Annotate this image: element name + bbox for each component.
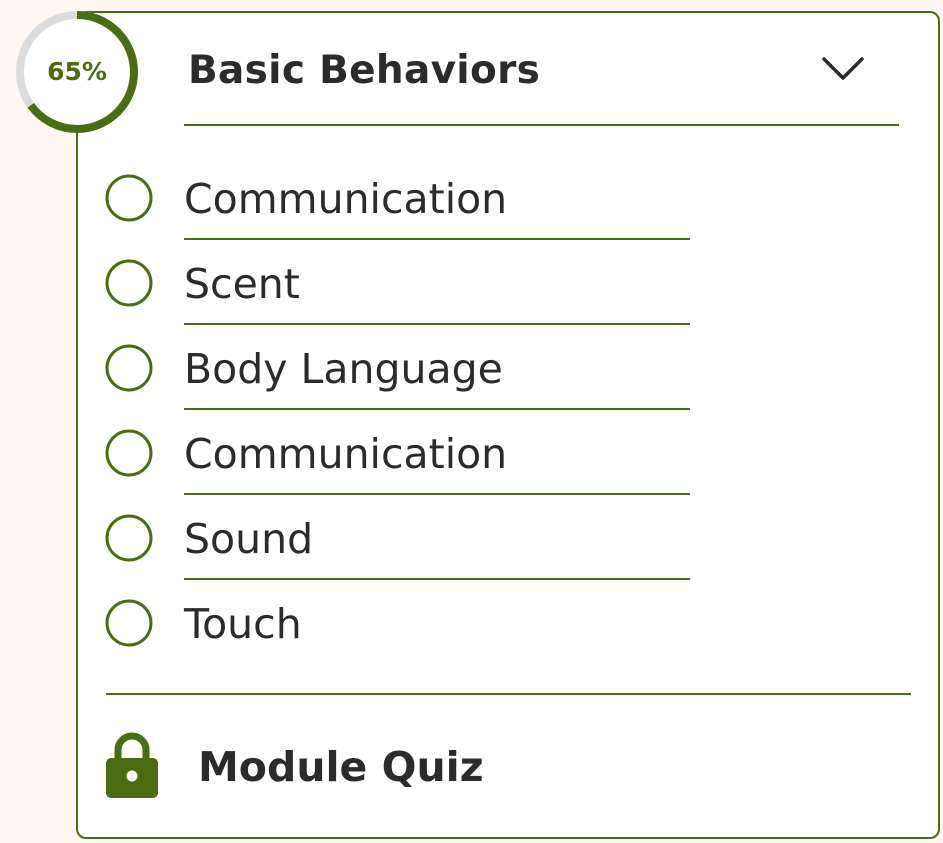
empty-circle-icon[interactable] bbox=[104, 258, 154, 308]
lesson-divider bbox=[184, 323, 690, 325]
lesson-divider bbox=[184, 493, 690, 495]
empty-circle-icon[interactable] bbox=[104, 513, 154, 563]
lesson-item[interactable]: Body Language bbox=[104, 343, 694, 413]
lesson-item[interactable]: Sound bbox=[104, 513, 694, 583]
collapse-toggle-button[interactable] bbox=[818, 50, 868, 90]
empty-circle-icon[interactable] bbox=[104, 428, 154, 478]
lesson-item[interactable]: Communication bbox=[104, 428, 694, 498]
lesson-label: Communication bbox=[184, 430, 508, 478]
progress-percent: 65% bbox=[47, 57, 107, 86]
lesson-item[interactable]: Communication bbox=[104, 173, 694, 243]
module-title[interactable]: Basic Behaviors bbox=[188, 48, 540, 93]
lesson-label: Body Language bbox=[184, 345, 503, 393]
lesson-divider bbox=[184, 578, 690, 580]
lesson-label: Sound bbox=[184, 515, 314, 563]
module-card bbox=[76, 11, 940, 839]
module-quiz-label: Module Quiz bbox=[198, 743, 484, 791]
lesson-label: Touch bbox=[184, 600, 302, 648]
empty-circle-icon[interactable] bbox=[104, 343, 154, 393]
lock-icon bbox=[106, 732, 158, 798]
lesson-item[interactable]: Touch bbox=[104, 598, 694, 668]
chevron-down-icon bbox=[822, 57, 864, 80]
header-divider bbox=[184, 124, 899, 126]
quiz-divider bbox=[106, 693, 911, 695]
lesson-divider bbox=[184, 238, 690, 240]
empty-circle-icon[interactable] bbox=[104, 598, 154, 648]
lesson-label: Scent bbox=[184, 260, 300, 308]
lesson-divider bbox=[184, 408, 690, 410]
lesson-label: Communication bbox=[184, 175, 508, 223]
empty-circle-icon[interactable] bbox=[104, 173, 154, 223]
lesson-item[interactable]: Scent bbox=[104, 258, 694, 328]
module-progress-ring: 65% bbox=[14, 9, 140, 135]
module-quiz-item[interactable]: Module Quiz bbox=[104, 730, 524, 800]
